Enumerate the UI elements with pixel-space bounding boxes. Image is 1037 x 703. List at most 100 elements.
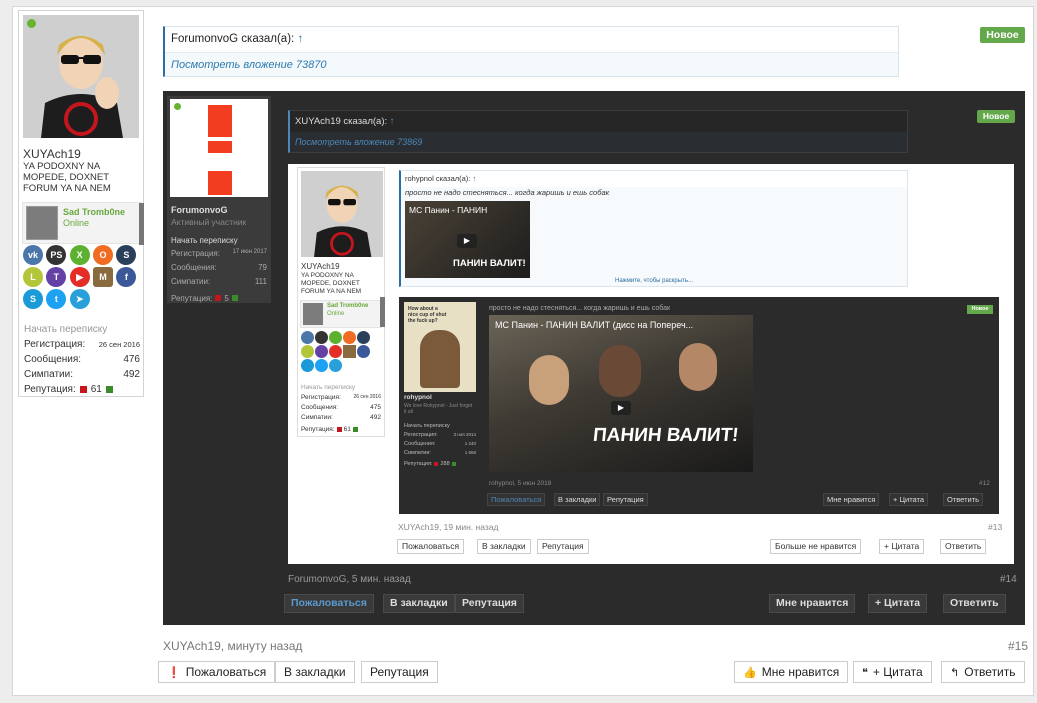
stat-label: Сообщения: — [171, 263, 217, 272]
inner-user-title: YA PODOXNY NA MOPEDE, DOXNET FORUM YA NA… — [301, 272, 362, 295]
report-button[interactable]: ❗ Пожаловаться — [158, 661, 276, 683]
deep-number: #12 — [979, 480, 990, 487]
embedded-screenshot[interactable]: ForumonvoG Активный участник Начать пере… — [163, 91, 1025, 625]
vk-icon[interactable]: vk — [23, 245, 43, 265]
deep-new-badge: Новое — [967, 305, 993, 314]
inner-reputation-button: Репутация — [537, 539, 589, 554]
quote-icon: ❝ — [862, 667, 868, 679]
stat-value: 1 240 — [464, 441, 476, 446]
inner-reply-button: Ответить — [940, 539, 987, 554]
stat-label: Симпатии: — [171, 277, 211, 286]
deep-quote-button: + Цитата — [889, 493, 929, 506]
user-card: XUYAch19 YA PODOXNY NA MOPEDE, DOXNET FO… — [18, 10, 144, 397]
quote-author[interactable]: ForumonvoG сказал(а): — [171, 33, 294, 45]
embedded-quote-arrow-icon: ↑ — [389, 116, 395, 127]
deep-user-name: rohypnol — [404, 394, 432, 401]
friend-widget[interactable]: Sad Tromb0ne Online — [22, 202, 144, 245]
start-conversation-link[interactable]: Начать переписку — [24, 322, 140, 337]
embedded-user-card: ForumonvoG Активный участник Начать пере… — [167, 96, 271, 303]
deep-start-conversation: Начать переписку — [404, 423, 450, 429]
telegram-icon[interactable]: ➤ — [69, 289, 90, 309]
user-name[interactable]: XUYAch19 — [23, 147, 81, 161]
inner-quote-button: + Цитата — [879, 539, 925, 554]
stat-label: Сообщения: — [404, 441, 436, 447]
reply-arrow-icon: ↰ — [950, 667, 960, 679]
stat-value: 288 — [440, 460, 450, 467]
stat-label: Симпатии: — [24, 369, 73, 380]
reputation-button[interactable]: Репутация — [361, 661, 438, 683]
twitter-icon[interactable]: t — [46, 289, 67, 309]
stat-label: Регистрация: — [24, 339, 86, 350]
stat-label: Симпатии: — [404, 450, 431, 456]
inner-quote: rohypnol сказал(а): ↑ просто не надо сте… — [399, 170, 908, 287]
bookmark-button[interactable]: В закладки — [275, 661, 355, 683]
embedded-user-name: ForumonvoG — [171, 205, 228, 215]
steam-icon[interactable]: S — [116, 245, 137, 265]
stat-value: 492 — [370, 414, 381, 421]
quote-arrow-icon[interactable]: ↑ — [297, 33, 303, 45]
friend-name[interactable]: Sad Tromb0ne — [63, 207, 125, 217]
friend-scroll-tab[interactable] — [139, 203, 144, 245]
reputation-label: Репутация — [370, 665, 429, 679]
xbox-icon[interactable]: X — [69, 245, 90, 265]
embedded-footer: ForumonvoG, 5 мин. назад — [288, 574, 411, 585]
twitch-icon[interactable]: T — [46, 267, 67, 287]
origin-icon[interactable]: O — [93, 245, 114, 265]
stat-label: Регистрация: — [301, 394, 341, 401]
quote-button[interactable]: ❝ + Цитата — [853, 661, 932, 683]
minecraft-icon[interactable]: M — [93, 267, 114, 287]
reputation-plus-icon — [105, 386, 113, 393]
like-button[interactable]: 👍 Мне нравится — [734, 661, 849, 683]
friend-avatar[interactable] — [26, 206, 58, 240]
deep-video-player: МС Панин - ПАНИН ВАЛИТ (дисс на Попереч.… — [489, 315, 753, 472]
online-indicator — [27, 19, 36, 28]
battlenet-icon[interactable]: L — [23, 267, 43, 287]
play-icon: ▶ — [611, 401, 631, 415]
embedded-reputation-button: Репутация — [455, 594, 524, 613]
inner-report-button: Пожаловаться — [397, 539, 465, 554]
post-number[interactable]: #15 — [1008, 639, 1028, 653]
embedded-bookmark-button: В закладки — [383, 594, 455, 613]
inner-video-thumb: МС Панин - ПАНИН ▶ ПАНИН ВАЛИТ! — [405, 201, 530, 278]
stat-value: 61 — [343, 425, 351, 433]
inner-video-title: МС Панин - ПАНИН — [409, 205, 488, 215]
stat-value: 5 — [224, 293, 229, 303]
inner-expand-link: Нажмите, чтобы раскрыть... — [615, 278, 693, 284]
stat-value: 492 — [123, 369, 140, 380]
embedded-user-title: Активный участник — [171, 217, 247, 227]
inner-friend-status: Online — [327, 311, 345, 317]
embedded-quote-button: + Цитата — [868, 594, 928, 613]
facebook-icon[interactable]: f — [116, 267, 137, 287]
post-author-time[interactable]: XUYAch19, минуту назад — [163, 639, 302, 653]
deep-video-caption: ПАНИН ВАЛИТ! — [591, 425, 740, 446]
inner-start-conversation: Начать переписку — [301, 384, 356, 391]
deep-report-button: Пожаловаться — [487, 493, 546, 506]
inner-footer: XUYAch19, 19 мин. назад — [398, 522, 499, 532]
stat-value: 3 ноя 2014 — [453, 432, 476, 437]
inner-friend-name: Sad Tromb0ne — [327, 303, 369, 309]
deep-bookmark-button: В закладки — [554, 493, 601, 506]
stat-label: Репутация: — [404, 460, 433, 467]
avatar[interactable] — [23, 15, 139, 138]
stat-value: 17 июн 2017 — [232, 249, 267, 255]
reply-button[interactable]: ↰ Ответить — [941, 661, 1025, 683]
social-icons: vk PS X O S L T ▶ M f S t ➤ — [23, 245, 141, 311]
embedded-like-button: Мне нравится — [769, 594, 856, 613]
stat-value: 26 сен 2016 — [353, 394, 381, 400]
inner-user-name: XUYAch19 — [301, 262, 340, 271]
embedded-number: #14 — [1000, 574, 1017, 585]
stat-value[interactable]: 476 — [123, 354, 140, 365]
skype-icon[interactable]: S — [23, 289, 43, 309]
deep-video-title: МС Панин - ПАНИН ВАЛИТ (дисс на Попереч.… — [495, 320, 694, 330]
quote-label: + Цитата — [872, 665, 923, 679]
deep-user-title: We love Rohypnol - Just forget it all — [404, 403, 473, 415]
attachment-link[interactable]: Посмотреть вложение 73870 — [165, 52, 898, 76]
playstation-icon[interactable]: PS — [46, 245, 67, 265]
youtube-icon[interactable]: ▶ — [69, 267, 90, 287]
stat-label: Репутация: — [24, 384, 76, 395]
like-label: Мне нравится — [761, 665, 840, 679]
user-title: YA PODOXNY NA MOPEDE, DOXNET FORUM YA NA… — [23, 161, 111, 194]
deep-footer: rohypnol, 5 июн 2018 — [489, 480, 552, 487]
embedded-quote: XUYAch19 сказал(а): ↑ Посмотреть вложени… — [288, 110, 908, 153]
deep-reply-button: Ответить — [943, 493, 984, 506]
